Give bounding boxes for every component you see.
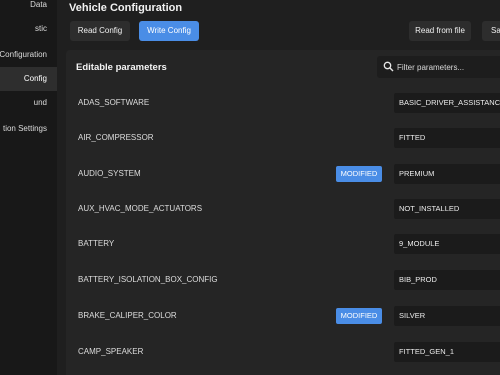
sidebar: Data stic Configuration Config und tion … — [0, 0, 57, 375]
modified-badge: MODIFIED — [336, 308, 382, 324]
param-value-select[interactable]: FITTED_GEN_1 — [394, 342, 500, 362]
save-button[interactable]: Sa — [482, 21, 500, 41]
parameters-panel: Editable parameters ADAS_SOFTWARE BASIC_… — [66, 50, 500, 375]
param-name: BATTERY_ISOLATION_BOX_CONFIG — [78, 275, 218, 284]
write-config-button[interactable]: Write Config — [139, 21, 199, 41]
search-icon — [383, 61, 394, 72]
param-value-select[interactable]: 9_MODULE — [394, 234, 500, 254]
param-row: AUX_HVAC_MODE_ACTUATORS NOT_INSTALLED — [66, 191, 500, 227]
param-row: BATTERY 9_MODULE — [66, 226, 500, 262]
modified-badge: MODIFIED — [336, 166, 382, 182]
main-area: Vehicle Configuration Read Config Write … — [57, 0, 500, 375]
param-value-select[interactable]: PREMIUM — [394, 164, 500, 184]
param-row: AIR_COMPRESSOR FITTED — [66, 120, 500, 156]
param-value-select[interactable]: SILVER — [394, 306, 500, 326]
param-value-select[interactable]: BIB_PROD — [394, 270, 500, 290]
param-row: ADAS_SOFTWARE BASIC_DRIVER_ASSISTANCE — [66, 85, 500, 121]
page-title: Vehicle Configuration — [69, 2, 183, 14]
sidebar-item-configuration[interactable]: Configuration — [0, 43, 57, 67]
param-name: CAMP_SPEAKER — [78, 347, 144, 356]
param-value-select[interactable]: NOT_INSTALLED — [394, 199, 500, 219]
param-row: CAMP_SPEAKER FITTED_GEN_1 — [66, 334, 500, 370]
panel-title: Editable parameters — [76, 62, 167, 73]
param-name: BRAKE_CALIPER_COLOR — [78, 311, 177, 320]
param-row: BATTERY_ISOLATION_BOX_CONFIG BIB_PROD — [66, 262, 500, 298]
param-name: AIR_COMPRESSOR — [78, 133, 154, 142]
param-row: AUDIO_SYSTEM MODIFIED PREMIUM — [66, 156, 500, 192]
filter-field[interactable] — [377, 56, 500, 78]
sidebar-item-config[interactable]: Config — [0, 67, 57, 91]
param-row: BRAKE_CALIPER_COLOR MODIFIED SILVER — [66, 298, 500, 334]
sidebar-item-data[interactable]: Data — [0, 0, 57, 17]
sidebar-item-sound[interactable]: und — [0, 91, 57, 115]
param-value-select[interactable]: BASIC_DRIVER_ASSISTANCE — [394, 93, 500, 113]
param-name: AUDIO_SYSTEM — [78, 169, 141, 178]
sidebar-item-diagnostic[interactable]: stic — [0, 17, 57, 41]
sidebar-item-settings[interactable]: tion Settings — [0, 117, 57, 141]
param-name: ADAS_SOFTWARE — [78, 98, 150, 107]
param-name: AUX_HVAC_MODE_ACTUATORS — [78, 204, 203, 213]
param-value-select[interactable]: FITTED — [394, 128, 500, 148]
read-config-button[interactable]: Read Config — [70, 21, 130, 41]
filter-input[interactable] — [397, 56, 500, 78]
read-from-file-button[interactable]: Read from file — [409, 21, 471, 41]
param-name: BATTERY — [78, 239, 115, 248]
